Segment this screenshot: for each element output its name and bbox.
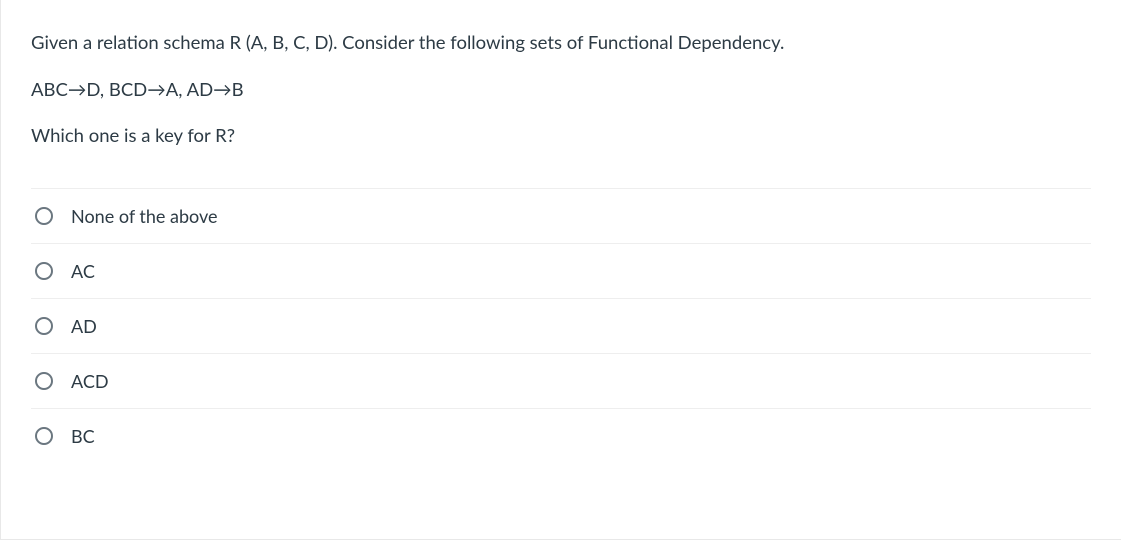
option-label: BC: [71, 425, 95, 447]
radio-icon: [35, 262, 53, 280]
radio-icon: [35, 207, 53, 225]
option-label: None of the above: [71, 205, 218, 227]
question-container: Given a relation schema R (A, B, C, D). …: [0, 0, 1121, 540]
question-line-2: ABC→D, BCD→A, AD→B: [31, 75, 1091, 104]
question-line-3: Which one is a key for R?: [31, 121, 1091, 150]
options-list: None of the above AC AD ACD BC: [31, 188, 1091, 471]
question-stem: Given a relation schema R (A, B, C, D). …: [1, 0, 1121, 180]
option-label: ACD: [71, 370, 109, 392]
option-row-2[interactable]: AD: [31, 298, 1091, 353]
option-row-3[interactable]: ACD: [31, 353, 1091, 408]
radio-icon: [35, 372, 53, 390]
option-label: AD: [71, 315, 97, 337]
option-row-0[interactable]: None of the above: [31, 188, 1091, 243]
radio-icon: [35, 317, 53, 335]
radio-icon: [35, 427, 53, 445]
question-line-1: Given a relation schema R (A, B, C, D). …: [31, 28, 1091, 57]
option-row-4[interactable]: BC: [31, 408, 1091, 471]
option-row-1[interactable]: AC: [31, 243, 1091, 298]
option-label: AC: [71, 260, 95, 282]
